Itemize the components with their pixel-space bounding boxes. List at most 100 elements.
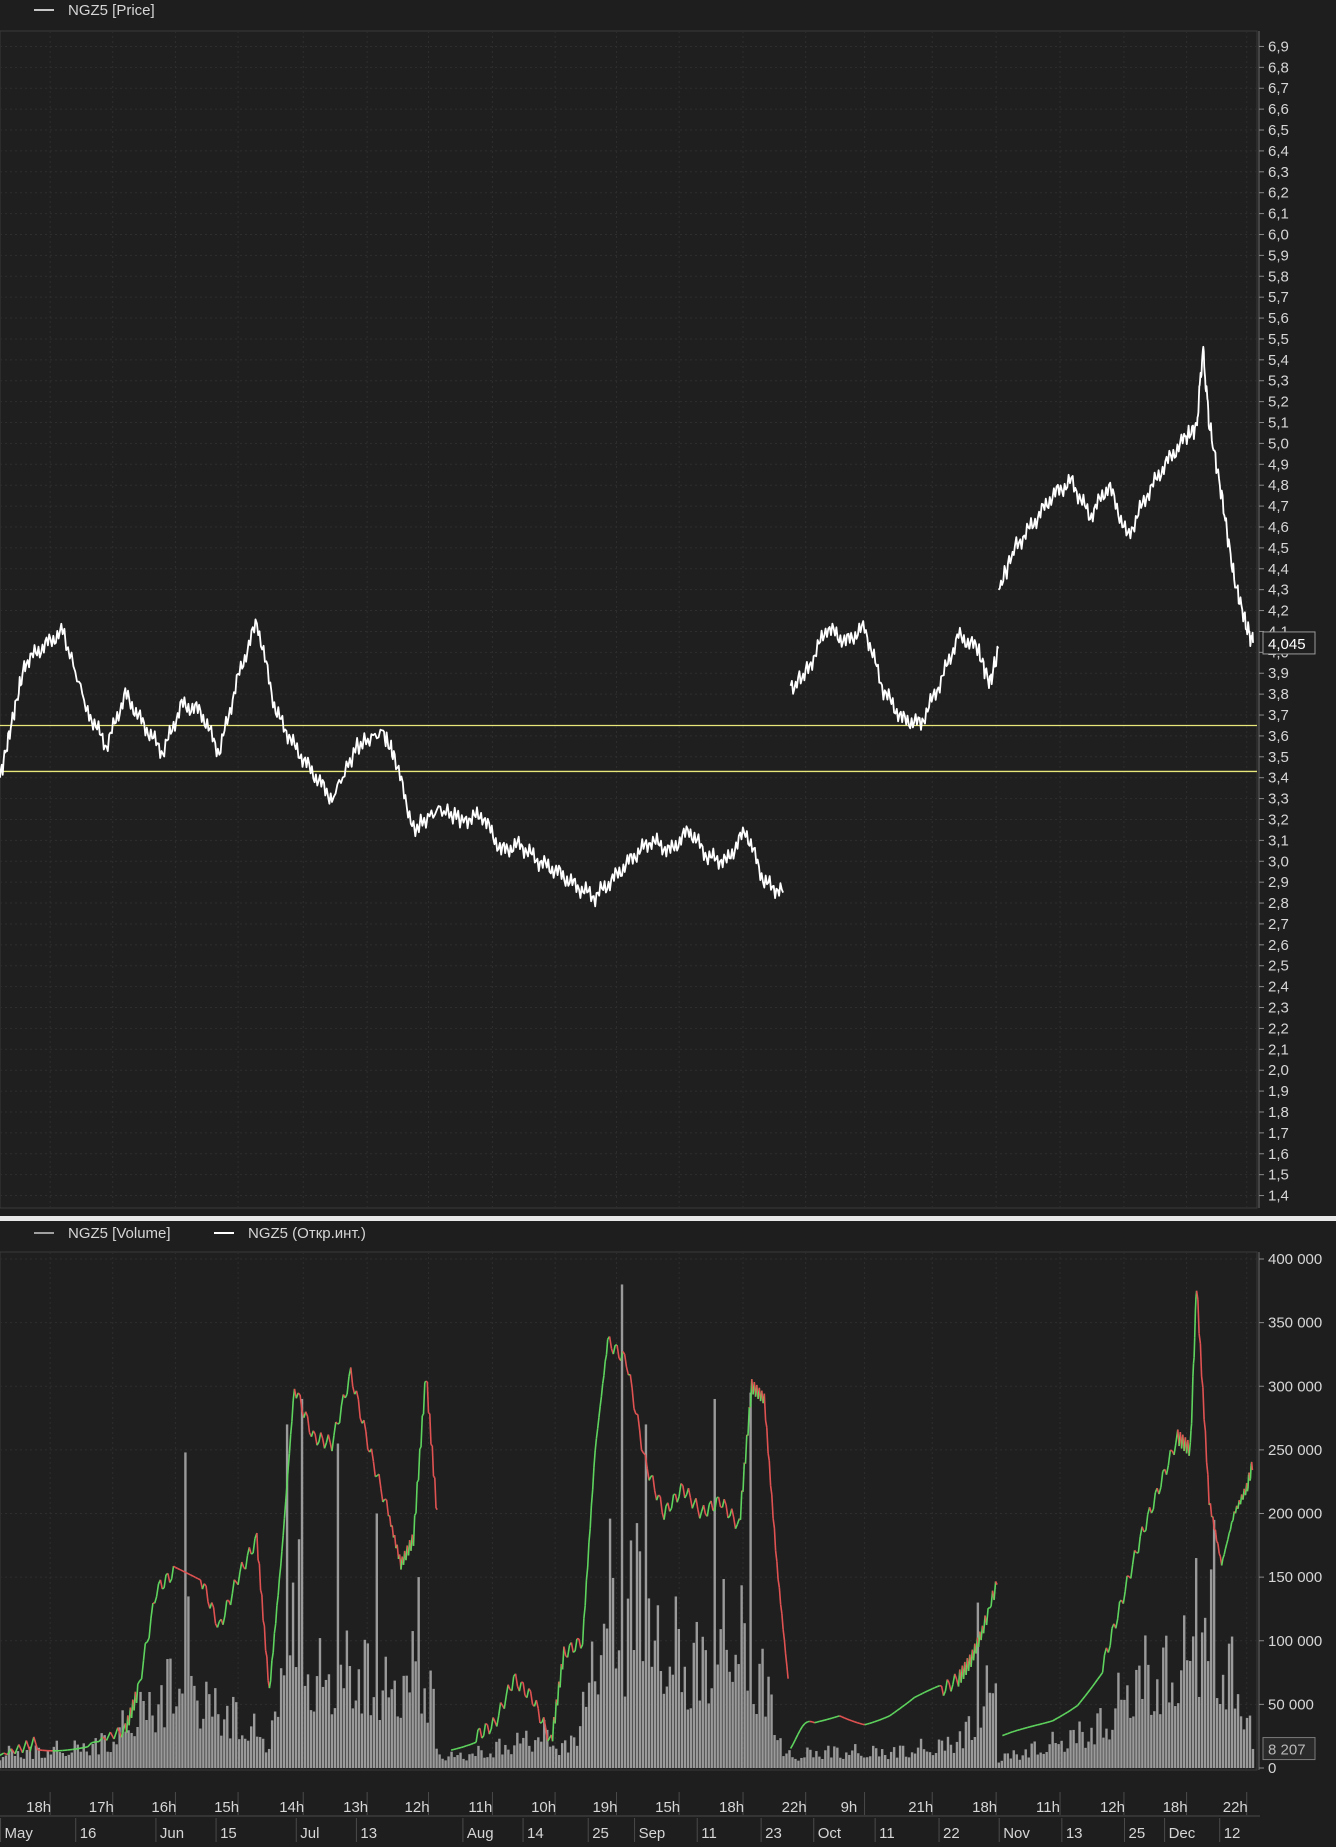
open-interest-segment (1251, 1465, 1252, 1478)
volume-bar (791, 1757, 793, 1768)
volume-bar (651, 1667, 653, 1768)
volume-bar (205, 1682, 207, 1768)
open-interest-segment (198, 1579, 201, 1580)
volume-bar (232, 1697, 234, 1768)
volume-y-tick-label: 100 000 (1268, 1633, 1322, 1650)
open-interest-segment (920, 1694, 923, 1695)
volume-bar (663, 1694, 665, 1768)
open-interest-segment (1002, 1735, 1005, 1736)
open-interest-segment (862, 1724, 865, 1725)
open-interest-segment (426, 1381, 427, 1382)
price-y-tick-label: 5,7 (1268, 289, 1289, 306)
x-axis-date-label: 16 (80, 1825, 97, 1842)
volume-bar (1120, 1700, 1122, 1768)
open-interest-segment (857, 1723, 860, 1724)
volume-bar (1132, 1716, 1134, 1768)
volume-bar (537, 1737, 539, 1768)
open-interest-segment (1192, 1404, 1193, 1424)
volume-bar (917, 1748, 919, 1768)
volume-bar (782, 1756, 784, 1768)
volume-bar (1240, 1716, 1242, 1768)
x-axis-time-label: 10h (531, 1799, 556, 1816)
x-axis-date-label: Jun (160, 1825, 184, 1842)
volume-bar (495, 1742, 497, 1768)
volume-bar (1195, 1558, 1197, 1768)
open-interest-segment (385, 1499, 387, 1500)
open-interest-segment (1250, 1478, 1251, 1480)
volume-bar (1102, 1738, 1104, 1768)
volume-bar (654, 1641, 656, 1768)
volume-bar (423, 1688, 425, 1768)
volume-bar (767, 1677, 769, 1768)
volume-bar (1019, 1760, 1021, 1768)
volume-bar (109, 1752, 111, 1768)
chart-svg: 6,96,86,76,66,56,46,36,26,16,05,95,85,75… (0, 0, 1336, 1842)
volume-bar (175, 1706, 177, 1768)
volume-bar (301, 1399, 303, 1768)
open-interest-segment (191, 1575, 194, 1576)
volume-bar (914, 1754, 916, 1768)
open-interest-segment (456, 1748, 459, 1749)
open-interest-segment (1005, 1734, 1008, 1735)
price-y-tick-label: 3,0 (1268, 853, 1289, 870)
volume-bar (190, 1676, 192, 1768)
open-interest-segment (840, 1716, 843, 1717)
volume-bar (779, 1738, 781, 1768)
volume-bar (1114, 1708, 1116, 1768)
volume-bar (749, 1393, 751, 1768)
volume-bar (474, 1756, 476, 1768)
price-y-tick-label: 6,0 (1268, 226, 1289, 243)
volume-bar (899, 1746, 901, 1768)
volume-bar (905, 1757, 907, 1768)
volume-bar (1129, 1718, 1131, 1768)
volume-bar (124, 1732, 126, 1768)
open-interest-segment (932, 1688, 935, 1689)
volume-y-axis[interactable]: 400 000350 000300 000250 000200 000150 0… (1259, 1251, 1322, 1777)
volume-bar (761, 1649, 763, 1768)
volume-bar (594, 1681, 596, 1768)
volume-bar (411, 1631, 413, 1768)
open-interest-segment (1007, 1733, 1010, 1734)
x-axis-time-label: 18h (719, 1799, 744, 1816)
price-last-value: 4,045 (1263, 632, 1315, 654)
open-interest-segment (877, 1720, 880, 1721)
volume-bar (298, 1539, 300, 1768)
volume-bar (322, 1687, 324, 1768)
open-interest-segment (474, 1742, 477, 1743)
volume-bar (1150, 1715, 1152, 1768)
volume-bar (361, 1713, 363, 1768)
x-axis-time-label: 16h (151, 1799, 176, 1816)
volume-bar (1189, 1661, 1191, 1768)
open-interest-segment (92, 1742, 96, 1743)
open-interest-segment (1170, 1450, 1172, 1451)
time-x-axis[interactable]: 18h17h16h15h14h13h12h11h10h19h15h18h22h9… (0, 1790, 1336, 1842)
volume-bar (133, 1736, 135, 1768)
volume-bar (678, 1629, 680, 1768)
volume-bar (486, 1757, 488, 1768)
volume-bar (992, 1693, 994, 1768)
open-interest-segment (930, 1689, 933, 1690)
price-y-tick-label: 2,9 (1268, 874, 1289, 891)
volume-bar (959, 1731, 961, 1768)
volume-bar (480, 1750, 482, 1768)
open-interest-segment (434, 1476, 435, 1477)
open-interest-segment (486, 1724, 488, 1725)
open-interest-segment (420, 1447, 421, 1449)
volume-bar (1222, 1675, 1224, 1768)
volume-bar (241, 1735, 243, 1768)
price-y-tick-label: 6,5 (1268, 122, 1289, 139)
volume-bar (253, 1714, 255, 1768)
volume-bar (56, 1741, 58, 1768)
volume-bar (220, 1736, 222, 1768)
volume-bar (163, 1727, 165, 1768)
pane-separator[interactable] (0, 1216, 1336, 1221)
volume-bar (337, 1444, 339, 1768)
volume-legend-label: NGZ5 [Volume] (68, 1225, 171, 1242)
volume-bar (627, 1599, 629, 1768)
price-y-tick-label: 5,6 (1268, 310, 1289, 327)
open-interest-segment (178, 1569, 181, 1570)
x-axis-date-label: 25 (1128, 1825, 1145, 1842)
open-interest-segment (927, 1690, 930, 1691)
open-interest-segment (573, 1651, 575, 1652)
volume-bar (714, 1399, 716, 1768)
